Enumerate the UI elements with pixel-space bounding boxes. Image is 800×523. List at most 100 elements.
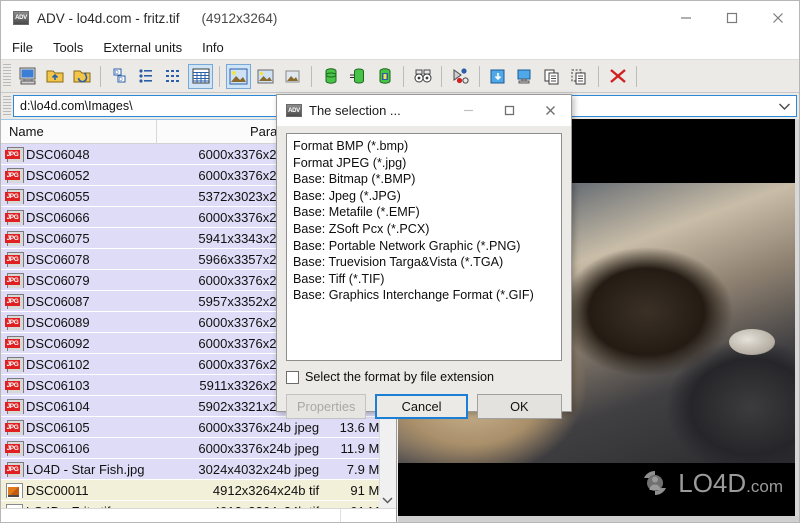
file-name-label: DSC06089 [26, 314, 90, 330]
database-list-icon[interactable] [345, 64, 370, 89]
select-format-by-extension-checkbox[interactable] [286, 370, 299, 384]
file-name-label: DSC06105 [26, 419, 90, 435]
format-option[interactable]: Base: ZSoft Pcx (*.PCX) [293, 221, 561, 238]
file-name-cell: DSC00011 [1, 482, 157, 498]
chevron-down-icon[interactable] [778, 96, 791, 116]
column-header-name[interactable]: Name [1, 120, 157, 144]
jpg-file-icon [5, 440, 24, 456]
file-name-label: DSC06075 [26, 230, 90, 246]
jpg-file-icon [5, 293, 24, 309]
table-row[interactable]: DSC061056000x3376x24b jpeg13.6 MB [1, 417, 396, 438]
copy-icon[interactable] [540, 64, 565, 89]
menu-bar: File Tools External units Info [1, 35, 799, 60]
file-name-label: DSC06092 [26, 335, 90, 351]
lo4d-watermark-name: LO4D [678, 467, 747, 498]
file-name-cell: DSC06048 [1, 146, 157, 162]
preview-horizontal-scrollbar[interactable] [398, 516, 799, 522]
format-option[interactable]: Base: Tiff (*.TIF) [293, 271, 561, 288]
format-option[interactable]: Base: Metafile (*.EMF) [293, 204, 561, 221]
database-icon[interactable] [318, 64, 343, 89]
lo4d-watermark-text: LO4D.com [678, 468, 783, 499]
select-format-by-extension-row[interactable]: Select the format by file extension [286, 370, 562, 384]
color-tools-icon[interactable] [448, 64, 473, 89]
tif-file-icon [5, 482, 23, 498]
menu-item-file[interactable]: File [3, 38, 42, 57]
menu-item-external-units[interactable]: External units [94, 38, 191, 57]
close-button[interactable] [755, 1, 799, 35]
toolbar-separator [311, 65, 312, 87]
cancel-button[interactable]: Cancel [375, 394, 468, 419]
jpg-file-icon [5, 230, 24, 246]
table-row[interactable]: LO4D - Star Fish.jpg3024x4032x24b jpeg7.… [1, 459, 396, 480]
send-to-screen-icon[interactable] [513, 64, 538, 89]
toolbar: D D [1, 60, 799, 93]
jpg-file-icon [5, 314, 24, 330]
window-image-dimensions: (4912x3264) [201, 10, 278, 26]
format-option[interactable]: Base: Jpeg (*.JPG) [293, 188, 561, 205]
format-option[interactable]: Format BMP (*.bmp) [293, 138, 561, 155]
format-option[interactable]: Format JPEG (*.jpg) [293, 155, 561, 172]
jpg-file-icon [5, 272, 24, 288]
file-parameters-cell: 6000x3376x24b jpeg [198, 419, 320, 435]
database-color-icon[interactable] [372, 64, 397, 89]
dialog-window-controls [448, 95, 571, 126]
file-parameters-cell: 6000x3376x24b jpeg [198, 440, 320, 456]
delete-icon[interactable] [605, 64, 630, 89]
preview-vertical-scrollbar[interactable] [795, 119, 799, 522]
file-name-cell: DSC06089 [1, 314, 157, 330]
jpg-file-icon [5, 146, 24, 162]
file-name-label: DSC06104 [26, 398, 90, 414]
file-list-scroll-down-button[interactable] [379, 491, 396, 508]
list-report-icon[interactable] [161, 64, 186, 89]
dialog-maximize-button[interactable] [489, 95, 530, 126]
dialog-body: Format BMP (*.bmp) Format JPEG (*.jpg) Bas… [277, 126, 571, 419]
menu-item-info[interactable]: Info [193, 38, 233, 57]
table-row[interactable]: DSC00011 4912x3264x24b tif 91 MB [1, 480, 396, 501]
file-name-cell: DSC06106 [1, 440, 157, 456]
file-name-label: DSC06106 [26, 440, 90, 456]
toolbar-grip[interactable] [3, 64, 11, 88]
file-list-footer-cell [1, 509, 341, 522]
dialog-minimize-button[interactable] [448, 95, 489, 126]
jpg-file-icon [5, 377, 24, 393]
dialog-close-button[interactable] [530, 95, 571, 126]
path-input[interactable]: d:\lo4d.com\Images\ [14, 99, 133, 113]
computer-icon[interactable] [15, 64, 40, 89]
ok-button[interactable]: OK [476, 394, 562, 419]
format-option[interactable]: Base: Portable Network Graphic (*.PNG) [293, 238, 561, 255]
toolbar-separator [598, 65, 599, 87]
dialog-button-row: Properties Cancel OK [286, 394, 562, 419]
file-name-cell: DSC06087 [1, 293, 157, 309]
jpg-file-icon [5, 209, 24, 225]
window-controls [663, 1, 799, 35]
paste-icon[interactable] [567, 64, 592, 89]
save-to-disk-icon[interactable] [486, 64, 511, 89]
image-thumbnail-small-icon[interactable] [280, 64, 305, 89]
file-name-label: LO4D - Star Fish.jpg [26, 461, 145, 477]
file-name-cell: DSC06055 [1, 188, 157, 204]
image-thumbnail-medium-icon[interactable] [253, 64, 278, 89]
file-name-label: DSC06102 [26, 356, 90, 372]
list-small-icons-icon[interactable]: D D [107, 64, 132, 89]
properties-button[interactable]: Properties [286, 394, 367, 419]
menu-item-tools[interactable]: Tools [44, 38, 92, 57]
image-thumbnail-large-icon[interactable] [226, 63, 251, 89]
path-bar-grip[interactable] [3, 96, 11, 116]
format-option[interactable]: Base: Graphics Interchange Format (*.GIF… [293, 287, 561, 304]
file-name-cell: DSC06052 [1, 167, 157, 183]
file-name-label: DSC06055 [26, 188, 90, 204]
format-options-list[interactable]: Format BMP (*.bmp) Format JPEG (*.jpg) Bas… [286, 133, 562, 361]
open-folder-up-icon[interactable] [42, 64, 67, 89]
table-row[interactable]: DSC061066000x3376x24b jpeg11.9 MB [1, 438, 396, 459]
binoculars-icon[interactable] [410, 64, 435, 89]
minimize-button[interactable] [663, 1, 709, 35]
list-details-icon[interactable] [134, 64, 159, 89]
list-grid-icon[interactable] [188, 63, 213, 89]
file-name-label: DSC06103 [26, 377, 90, 393]
format-option[interactable]: Base: Bitmap (*.BMP) [293, 171, 561, 188]
toolbar-separator [100, 65, 101, 87]
dialog-app-icon: ADV [286, 104, 302, 117]
format-option[interactable]: Base: Truevision Targa&Vista (*.TGA) [293, 254, 561, 271]
refresh-folder-icon[interactable] [69, 64, 94, 89]
maximize-button[interactable] [709, 1, 755, 35]
